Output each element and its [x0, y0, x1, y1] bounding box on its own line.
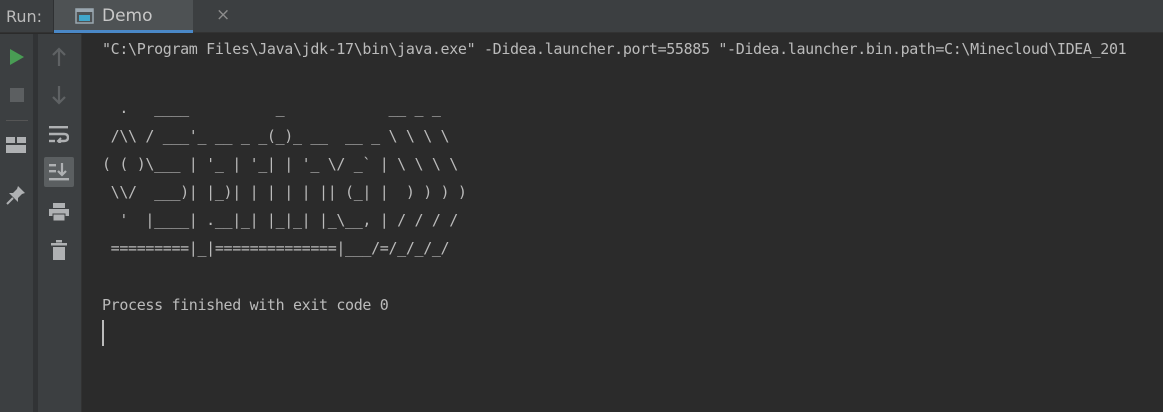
run-label: Run: — [6, 7, 43, 26]
console-output[interactable]: "C:\Program Files\Java\jdk-17\bin\java.e… — [83, 34, 1163, 412]
soft-wrap-icon — [49, 125, 69, 143]
stop-button[interactable] — [2, 80, 32, 110]
scroll-up-button[interactable] — [44, 42, 74, 72]
scroll-to-end-icon — [49, 163, 69, 181]
layout-button[interactable] — [1, 130, 31, 160]
run-actions-toolbar — [0, 34, 33, 412]
clear-all-button[interactable] — [44, 235, 74, 265]
exit-message: Process finished with exit code 0 — [102, 296, 389, 314]
arrow-down-icon — [51, 85, 67, 105]
scroll-down-button[interactable] — [44, 80, 74, 110]
soft-wrap-button[interactable] — [44, 119, 74, 149]
stop-icon — [10, 88, 24, 102]
toolbar-divider — [6, 120, 28, 121]
run-tool-window-header: Run: Demo × — [0, 0, 1163, 33]
pin-icon — [6, 185, 26, 205]
trash-icon — [51, 240, 67, 260]
print-button[interactable] — [44, 197, 74, 227]
console-window-icon — [75, 8, 94, 24]
tab-demo[interactable]: Demo × — [54, 0, 230, 33]
tab-title: Demo — [102, 6, 153, 26]
layout-icon — [6, 137, 26, 153]
spring-boot-banner: . ____ _ __ _ _ /\\ / ___'_ __ _ _(_)_ _… — [102, 99, 467, 257]
text-caret — [102, 320, 104, 346]
pin-tab-button[interactable] — [1, 180, 31, 210]
scroll-to-end-button[interactable] — [44, 157, 74, 187]
play-icon — [9, 48, 25, 66]
console-actions-toolbar — [38, 34, 82, 412]
rerun-button[interactable] — [2, 42, 32, 72]
print-icon — [49, 203, 69, 221]
java-command-line: "C:\Program Files\Java\jdk-17\bin\java.e… — [102, 40, 1127, 58]
close-icon[interactable]: × — [216, 5, 230, 25]
arrow-up-icon — [51, 47, 67, 67]
